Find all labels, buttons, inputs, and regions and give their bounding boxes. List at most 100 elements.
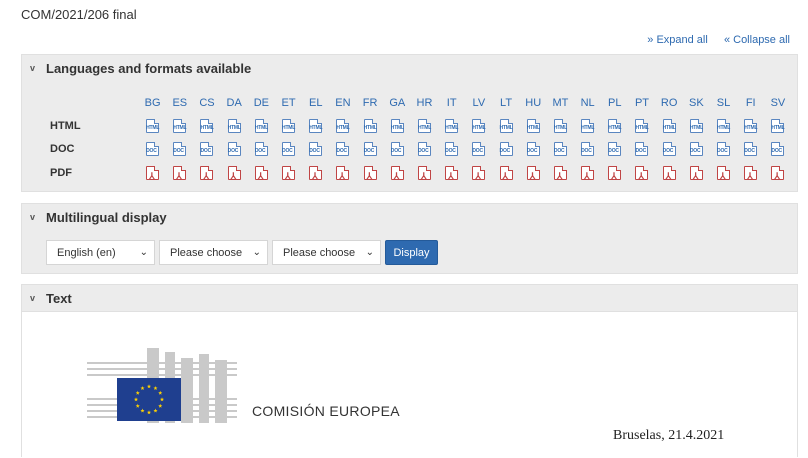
doc-link-pl[interactable]: DOC bbox=[601, 142, 628, 156]
html-link-et[interactable]: HTML bbox=[275, 119, 302, 133]
pdf-link-de[interactable]: ⅄ bbox=[248, 166, 275, 181]
doc-link-it[interactable]: DOC bbox=[438, 142, 465, 156]
doc-link-fr[interactable]: DOC bbox=[357, 142, 384, 156]
doc-link-lt[interactable]: DOC bbox=[492, 142, 519, 156]
doc-link-ga[interactable]: DOC bbox=[384, 142, 411, 156]
doc-link-et[interactable]: DOC bbox=[275, 142, 302, 156]
text-panel-header[interactable]: v Text bbox=[22, 285, 797, 311]
pdf-link-mt[interactable]: ⅄ bbox=[547, 166, 574, 181]
html-link-da[interactable]: HTML bbox=[221, 119, 248, 133]
html-link-es[interactable]: HTML bbox=[166, 119, 193, 133]
html-link-bg[interactable]: HTML bbox=[139, 119, 166, 133]
doc-link-da[interactable]: DOC bbox=[221, 142, 248, 156]
doc-link-sl[interactable]: DOC bbox=[710, 142, 737, 156]
multilingual-controls: English (en) ⌄ Please choose ⌄ Please ch… bbox=[46, 240, 438, 265]
doc-link-sk[interactable]: DOC bbox=[683, 142, 710, 156]
pdf-link-cs[interactable]: ⅄ bbox=[193, 166, 220, 181]
collapse-all-link[interactable]: « Collapse all bbox=[721, 34, 790, 46]
organization-name: COMISIÓN EUROPEA bbox=[252, 403, 400, 419]
file-icon-badge: HTML bbox=[254, 125, 268, 131]
pdf-link-hr[interactable]: ⅄ bbox=[411, 166, 438, 181]
doc-link-en[interactable]: DOC bbox=[329, 142, 356, 156]
html-link-lt[interactable]: HTML bbox=[492, 119, 519, 133]
pdf-link-ro[interactable]: ⅄ bbox=[656, 166, 683, 181]
pdf-link-ga[interactable]: ⅄ bbox=[384, 166, 411, 181]
display-button[interactable]: Display bbox=[385, 240, 438, 265]
html-link-fr[interactable]: HTML bbox=[357, 119, 384, 133]
double-chevron-down-icon: » bbox=[647, 34, 654, 46]
doc-link-pt[interactable]: DOC bbox=[628, 142, 655, 156]
pdf-link-es[interactable]: ⅄ bbox=[166, 166, 193, 181]
html-link-sv[interactable]: HTML bbox=[764, 119, 791, 133]
doc-link-mt[interactable]: DOC bbox=[547, 142, 574, 156]
pdf-link-lv[interactable]: ⅄ bbox=[465, 166, 492, 181]
pdf-link-fr[interactable]: ⅄ bbox=[357, 166, 384, 181]
pdf-link-et[interactable]: ⅄ bbox=[275, 166, 302, 181]
language-code-ga: GA bbox=[389, 97, 406, 109]
doc-link-es[interactable]: DOC bbox=[166, 142, 193, 156]
pdf-format-row: ⅄ ⅄ ⅄ ⅄ ⅄ ⅄ ⅄ ⅄ ⅄ ⅄ ⅄ ⅄ ⅄ ⅄ ⅄ ⅄ ⅄ ⅄ ⅄ ⅄ ⅄ ⅄ ⅄ ⅄ bbox=[139, 166, 792, 181]
file-icon-badge: ⅄ bbox=[149, 171, 155, 181]
doc-link-sv[interactable]: DOC bbox=[764, 142, 791, 156]
pdf-link-el[interactable]: ⅄ bbox=[302, 166, 329, 181]
pdf-link-it[interactable]: ⅄ bbox=[438, 166, 465, 181]
file-icon-badge: HTML bbox=[472, 125, 486, 131]
pdf-link-nl[interactable]: ⅄ bbox=[574, 166, 601, 181]
html-link-sk[interactable]: HTML bbox=[683, 119, 710, 133]
pdf-link-da[interactable]: ⅄ bbox=[221, 166, 248, 181]
pdf-link-en[interactable]: ⅄ bbox=[329, 166, 356, 181]
doc-link-nl[interactable]: DOC bbox=[574, 142, 601, 156]
pdf-link-bg[interactable]: ⅄ bbox=[139, 166, 166, 181]
html-link-mt[interactable]: HTML bbox=[547, 119, 574, 133]
language-select-3[interactable]: Please choose ⌄ bbox=[272, 240, 381, 265]
doc-link-ro[interactable]: DOC bbox=[656, 142, 683, 156]
pdf-link-hu[interactable]: ⅄ bbox=[520, 166, 547, 181]
pdf-link-fi[interactable]: ⅄ bbox=[737, 166, 764, 181]
chevron-down-icon: v bbox=[30, 293, 36, 303]
doc-link-fi[interactable]: DOC bbox=[737, 142, 764, 156]
pdf-link-sk[interactable]: ⅄ bbox=[683, 166, 710, 181]
html-link-fi[interactable]: HTML bbox=[737, 119, 764, 133]
html-link-lv[interactable]: HTML bbox=[465, 119, 492, 133]
doc-link-hr[interactable]: DOC bbox=[411, 142, 438, 156]
language-select-1[interactable]: English (en) ⌄ bbox=[46, 240, 155, 265]
html-link-en[interactable]: HTML bbox=[329, 119, 356, 133]
pdf-link-pt[interactable]: ⅄ bbox=[628, 166, 655, 181]
language-select-2-value: Please choose bbox=[170, 246, 243, 259]
pdf-link-sl[interactable]: ⅄ bbox=[710, 166, 737, 181]
pdf-link-lt[interactable]: ⅄ bbox=[492, 166, 519, 181]
html-link-cs[interactable]: HTML bbox=[193, 119, 220, 133]
html-link-hu[interactable]: HTML bbox=[520, 119, 547, 133]
doc-link-lv[interactable]: DOC bbox=[465, 142, 492, 156]
html-link-pt[interactable]: HTML bbox=[628, 119, 655, 133]
html-link-ga[interactable]: HTML bbox=[384, 119, 411, 133]
file-icon-badge: DOC bbox=[553, 148, 565, 154]
file-icon-badge: HTML bbox=[608, 125, 622, 131]
expand-all-link[interactable]: » Expand all bbox=[647, 34, 711, 46]
doc-link-el[interactable]: DOC bbox=[302, 142, 329, 156]
pdf-file-icon: ⅄ bbox=[254, 166, 268, 181]
html-link-nl[interactable]: HTML bbox=[574, 119, 601, 133]
pdf-link-pl[interactable]: ⅄ bbox=[601, 166, 628, 181]
format-label-html: HTML bbox=[50, 120, 81, 132]
html-link-de[interactable]: HTML bbox=[248, 119, 275, 133]
doc-link-cs[interactable]: DOC bbox=[193, 142, 220, 156]
doc-link-de[interactable]: DOC bbox=[248, 142, 275, 156]
file-icon-badge: HTML bbox=[336, 125, 350, 131]
html-file-icon: HTML bbox=[254, 119, 268, 133]
language-code-pl: PL bbox=[608, 97, 622, 109]
multilingual-panel-header[interactable]: v Multilingual display bbox=[22, 204, 797, 230]
html-link-el[interactable]: HTML bbox=[302, 119, 329, 133]
html-link-ro[interactable]: HTML bbox=[656, 119, 683, 133]
file-icon-badge: ⅄ bbox=[339, 171, 345, 181]
doc-link-hu[interactable]: DOC bbox=[520, 142, 547, 156]
pdf-link-sv[interactable]: ⅄ bbox=[764, 166, 791, 181]
languages-panel-header[interactable]: v Languages and formats available bbox=[22, 55, 797, 81]
html-file-icon: HTML bbox=[146, 119, 159, 133]
html-link-it[interactable]: HTML bbox=[438, 119, 465, 133]
html-link-sl[interactable]: HTML bbox=[710, 119, 737, 133]
html-link-hr[interactable]: HTML bbox=[411, 119, 438, 133]
html-link-pl[interactable]: HTML bbox=[601, 119, 628, 133]
doc-link-bg[interactable]: DOC bbox=[139, 142, 166, 156]
language-select-2[interactable]: Please choose ⌄ bbox=[159, 240, 268, 265]
